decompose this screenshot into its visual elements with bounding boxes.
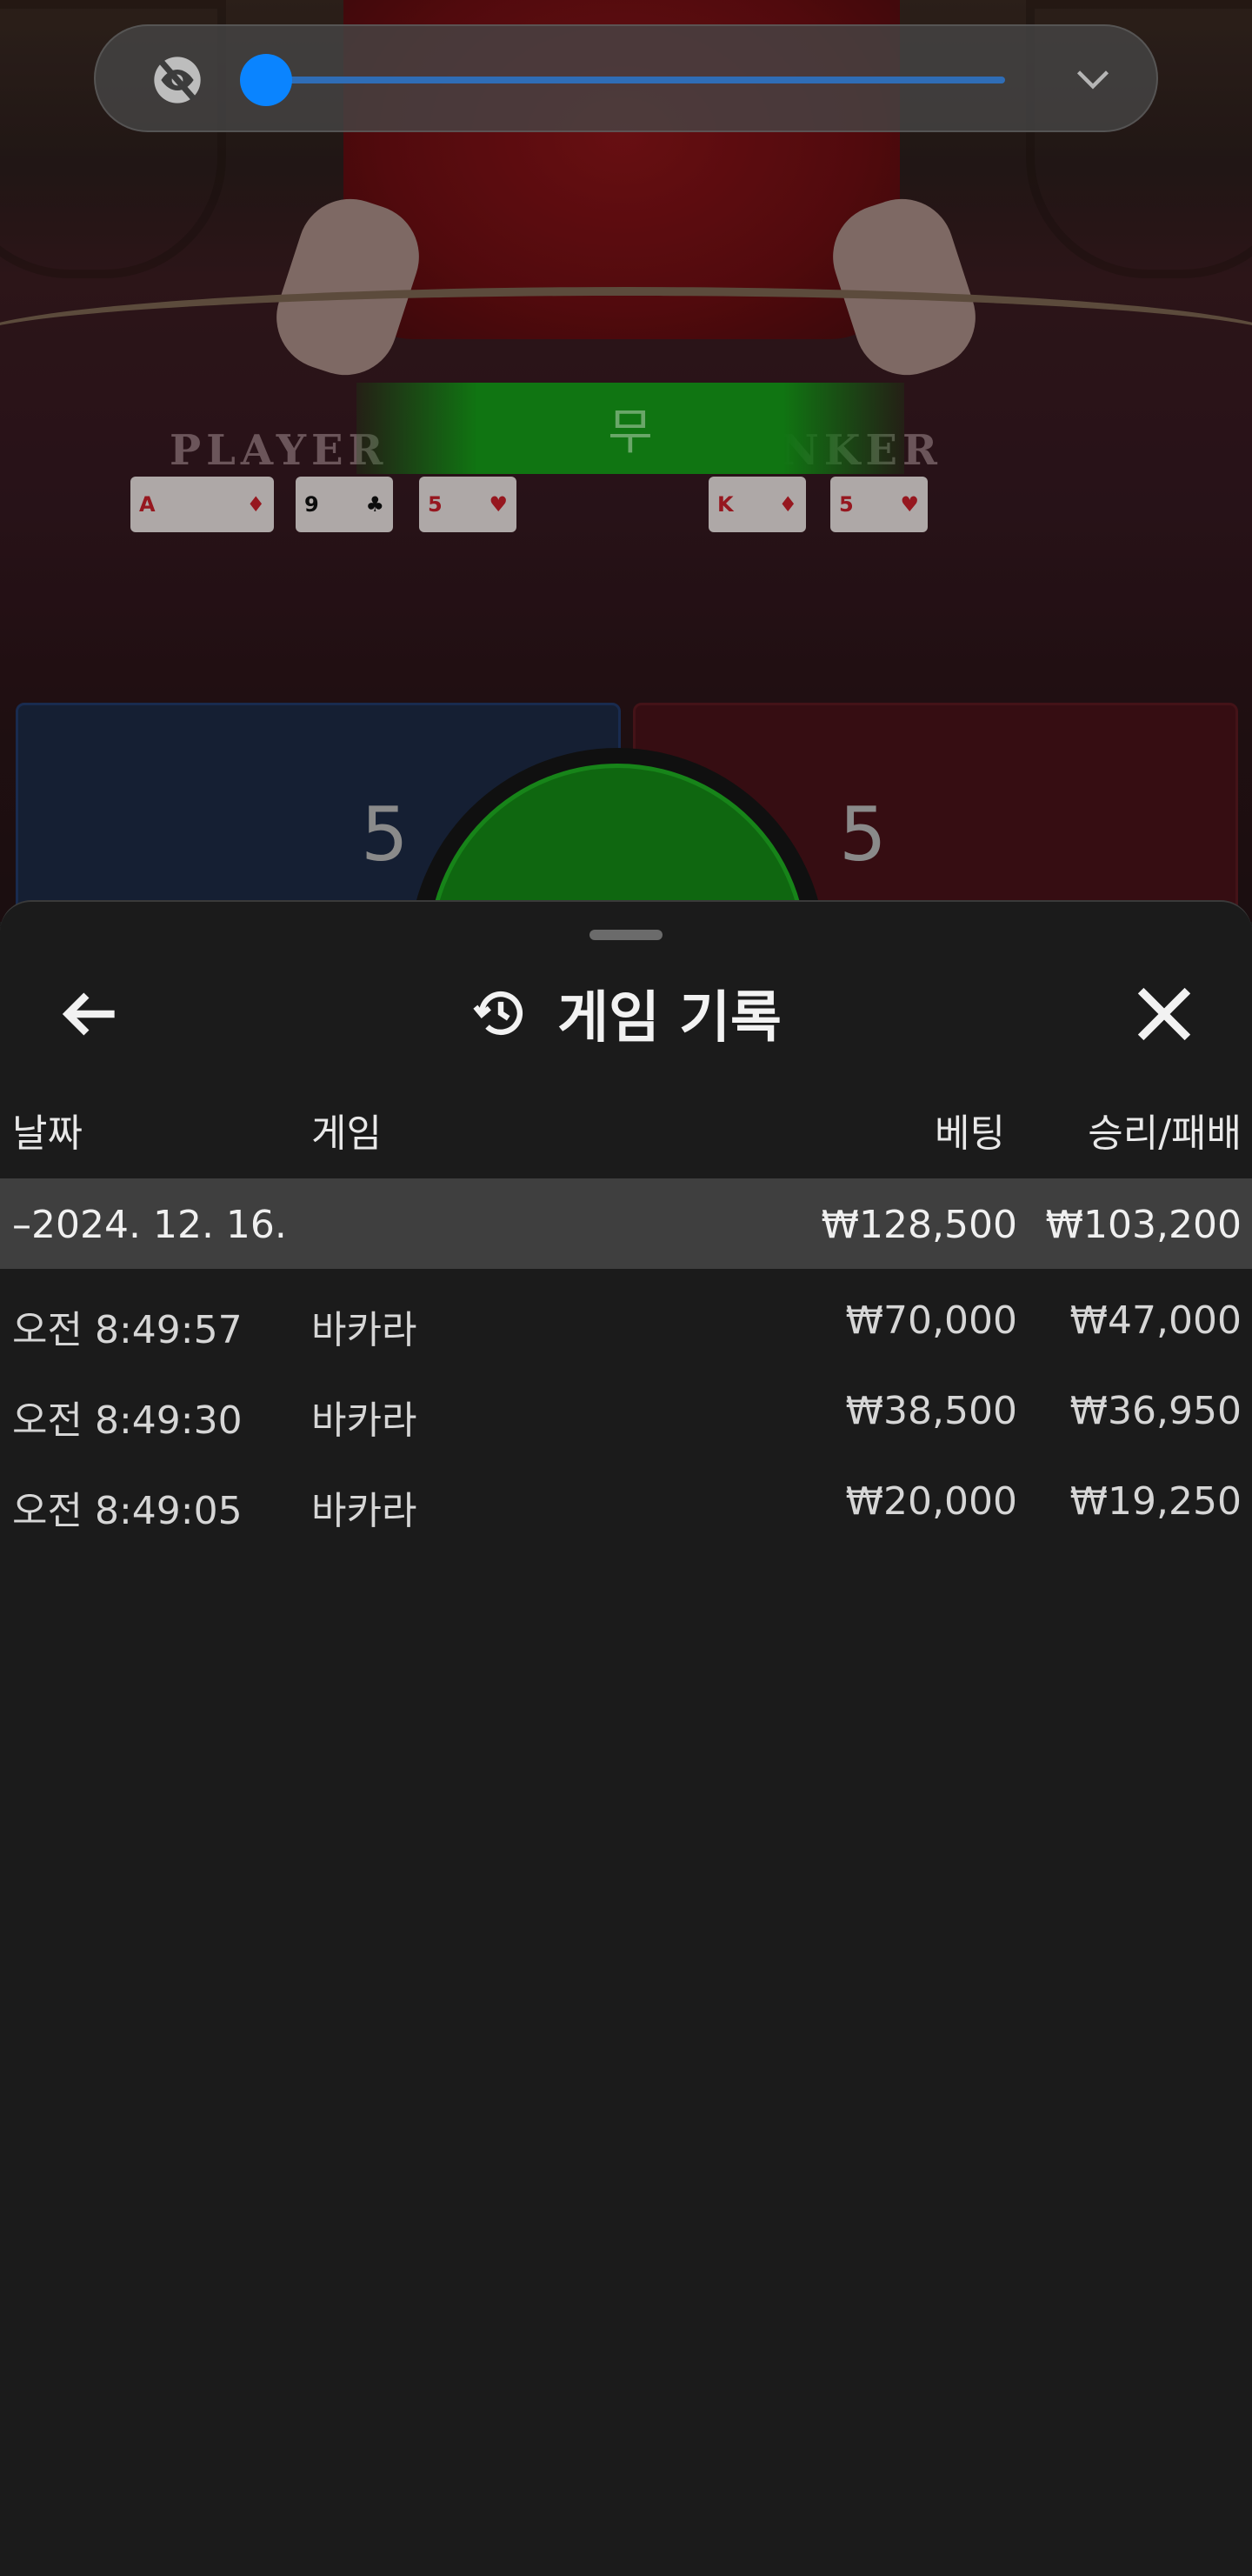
row-bet: ₩70,000	[845, 1298, 1017, 1343]
column-header-bet: 베팅	[935, 1111, 1005, 1156]
row-time: 오전 8:49:30	[12, 1398, 243, 1443]
row-time: 오전 8:49:05	[12, 1489, 243, 1533]
video-control-bar	[94, 24, 1158, 132]
eye-off-icon[interactable]	[150, 52, 205, 108]
column-header-game: 게임	[311, 1111, 382, 1156]
date-group-row[interactable]: –2024. 12. 16. ₩128,500 ₩103,200	[0, 1178, 1252, 1269]
game-history-sheet: 게임 기록 날짜 게임 베팅 승리/패배 –2024. 12. 16. ₩128…	[0, 900, 1252, 2576]
table-row[interactable]: 오전 8:49:57 바카라 ₩70,000 ₩47,000	[0, 1276, 1252, 1366]
table-row[interactable]: 오전 8:49:05 바카라 ₩20,000 ₩19,250	[0, 1457, 1252, 1547]
quality-slider-track[interactable]	[250, 77, 1005, 83]
sheet-header: 게임 기록	[0, 970, 1252, 1057]
row-winloss: ₩47,000	[1069, 1298, 1242, 1343]
row-winloss: ₩19,250	[1069, 1479, 1242, 1524]
table-row[interactable]: 오전 8:49:30 바카라 ₩38,500 ₩36,950	[0, 1366, 1252, 1457]
live-game-view: PLAYER BANKER 무 A ♦ 9 ♣ 5 ♥ K ♦ 5 ♥ 5 5	[0, 0, 1252, 922]
quality-slider-thumb[interactable]	[240, 54, 292, 106]
row-bet: ₩38,500	[845, 1389, 1017, 1433]
row-bet: ₩20,000	[845, 1479, 1017, 1524]
date-group-winloss-total: ₩103,200	[1045, 1203, 1242, 1247]
sheet-drag-handle[interactable]	[589, 930, 663, 940]
chevron-down-icon[interactable]	[1071, 61, 1115, 99]
dim-overlay	[0, 0, 1252, 922]
date-group-label: –2024. 12. 16.	[12, 1203, 287, 1247]
row-game: 바카라	[311, 1308, 417, 1352]
column-header-date: 날짜	[12, 1111, 83, 1156]
history-icon	[473, 991, 523, 1036]
date-group-bet-total: ₩128,500	[821, 1203, 1017, 1247]
column-header-winloss: 승리/패배	[1088, 1111, 1242, 1156]
page-title: 게임 기록	[557, 986, 782, 1051]
row-winloss: ₩36,950	[1069, 1389, 1242, 1433]
close-icon[interactable]	[1127, 977, 1202, 1051]
row-time: 오전 8:49:57	[12, 1308, 243, 1352]
row-game: 바카라	[311, 1398, 417, 1443]
row-game: 바카라	[311, 1489, 417, 1533]
